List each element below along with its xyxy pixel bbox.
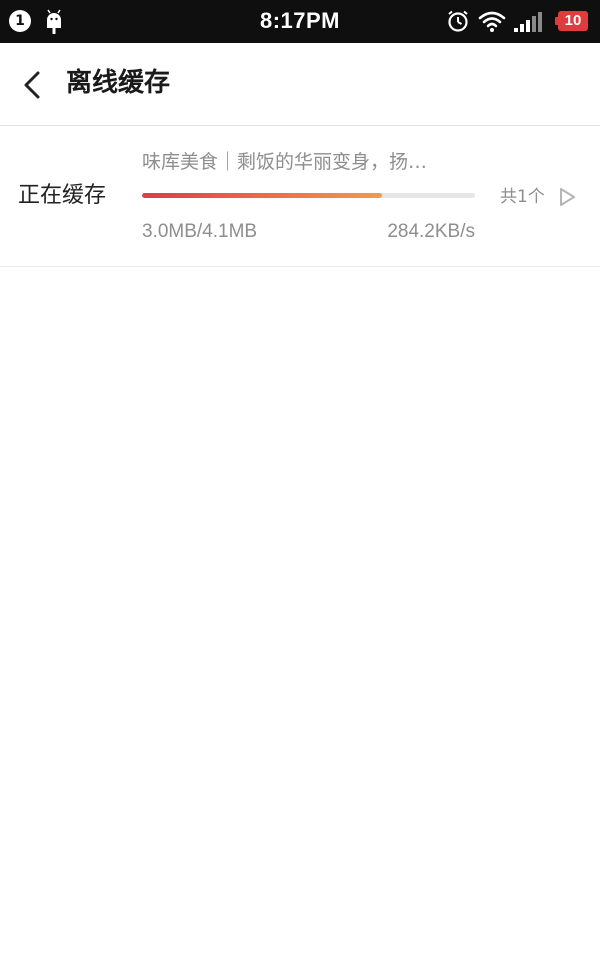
battery-icon: 10 [555, 11, 589, 31]
chevron-left-icon [24, 71, 40, 99]
clock: 8:17PM [259, 8, 341, 33]
progress-bar [142, 193, 475, 198]
caching-label: 正在缓存 [18, 183, 107, 208]
page-title: 离线缓存 [66, 68, 171, 98]
caching-row[interactable]: 正在缓存 味库美食｜剩饭的华丽变身，扬… 3.0MB/4.1MB 284.2KB… [0, 126, 600, 267]
download-speed: 284.2KB/s [387, 221, 475, 242]
nav-bar: 离线缓存 [0, 43, 600, 126]
item-count: 共1个 [500, 187, 545, 207]
alarm-icon [448, 10, 468, 32]
play-outline-icon [560, 188, 575, 206]
video-title: 味库美食｜剩饭的华丽变身，扬… [142, 151, 428, 173]
download-size: 3.0MB/4.1MB [142, 221, 258, 242]
wifi-icon [478, 11, 506, 32]
back-button[interactable] [14, 65, 50, 105]
signal-icon [514, 12, 542, 32]
battery-level: 10 [558, 11, 588, 31]
progress-fill [142, 193, 382, 198]
status-bar: 1 8:17PM 10 [0, 0, 600, 43]
